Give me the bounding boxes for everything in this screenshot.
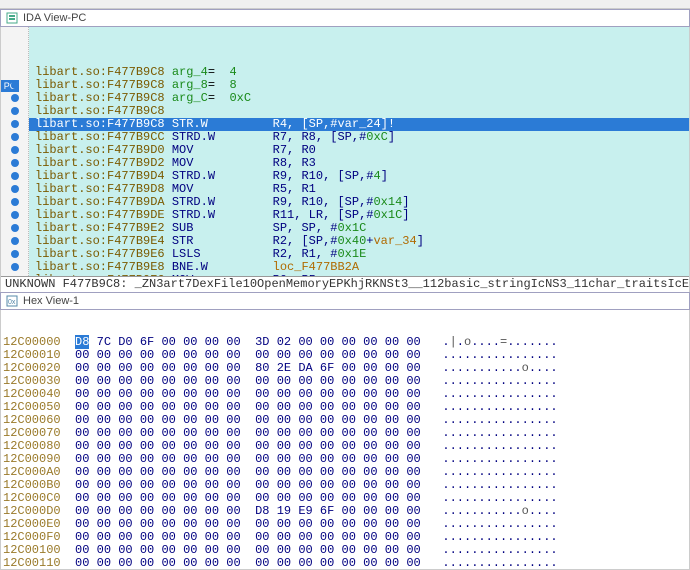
top-strip (0, 0, 690, 9)
breakpoint-dot[interactable] (11, 172, 19, 180)
breakpoint-dot[interactable] (11, 185, 19, 193)
breakpoint-dot[interactable] (11, 94, 19, 102)
ida-view-icon (5, 11, 19, 25)
breakpoint-dot[interactable] (11, 224, 19, 232)
breakpoint-dot[interactable] (11, 120, 19, 128)
breakpoint-dot[interactable] (11, 159, 19, 167)
breakpoint-dot[interactable] (11, 237, 19, 245)
breakpoint-dot[interactable] (11, 250, 19, 258)
breakpoint-dot[interactable] (11, 198, 19, 206)
hex-view-title: Hex View-1 (23, 295, 79, 307)
breakpoint-dot[interactable] (11, 107, 19, 115)
disassembly-view[interactable]: PC libart.so:F477B9C8 arg_4= 4libart.so:… (0, 27, 690, 292)
disasm-status-line: UNKNOWN F477B9C8: _ZN3art7DexFile10OpenM… (1, 276, 689, 292)
ida-view-title: IDA View-PC (23, 12, 86, 24)
hex-view-header[interactable]: 0x Hex View-1 (0, 292, 690, 310)
disasm-gutter: PC (1, 27, 29, 292)
svg-text:0x: 0x (8, 299, 16, 306)
breakpoint-dot[interactable] (11, 211, 19, 219)
hex-view[interactable]: 12C00000 D8 7C D0 6F 00 00 00 00 3D 02 0… (0, 310, 690, 570)
breakpoint-dot[interactable] (11, 146, 19, 154)
hex-view-icon: 0x (5, 294, 19, 308)
ida-view-header[interactable]: IDA View-PC (0, 9, 690, 27)
breakpoint-dot[interactable] (11, 133, 19, 141)
breakpoint-dot[interactable] (11, 263, 19, 271)
breakpoint-dot[interactable] (11, 81, 19, 89)
